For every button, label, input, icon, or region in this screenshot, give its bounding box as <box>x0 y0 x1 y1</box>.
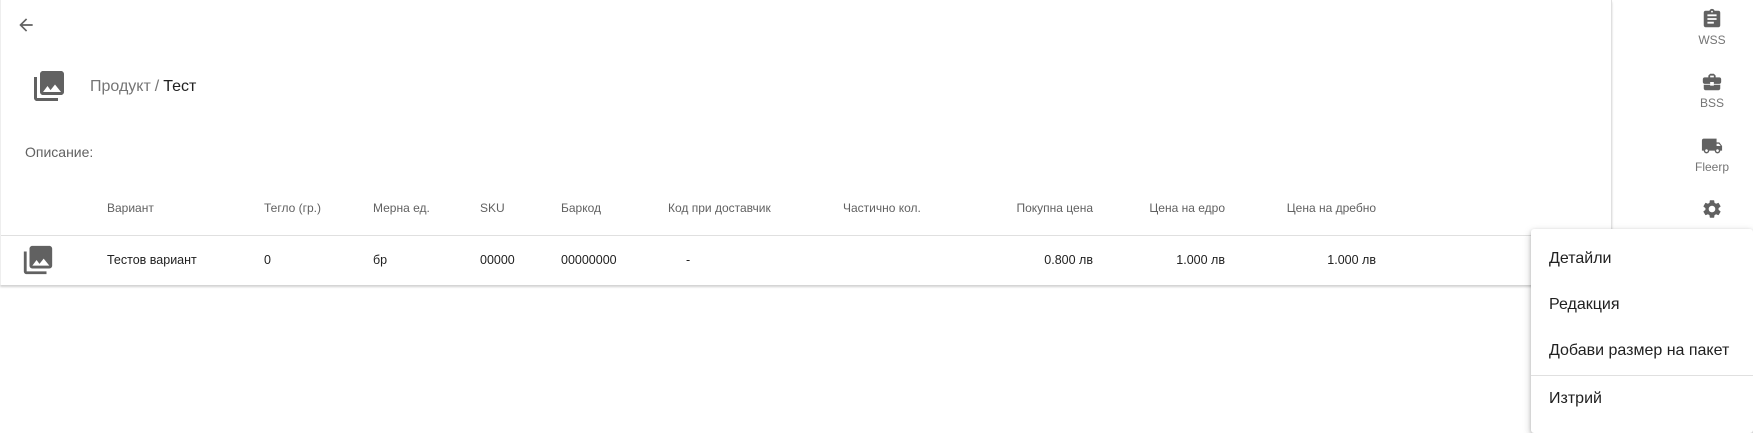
briefcase-icon <box>1702 73 1722 91</box>
breadcrumb-parent-link[interactable]: Продукт <box>90 78 151 95</box>
rail-item-fleerp[interactable]: Fleerp <box>1671 135 1753 174</box>
cell-retail-price: 1.000 лв <box>1327 253 1376 267</box>
cell-supplier-code: - <box>686 253 691 267</box>
column-header-sku: SKU <box>480 201 505 215</box>
menu-item-edit[interactable]: Редакция <box>1531 285 1753 325</box>
cell-unit: бр <box>373 253 388 267</box>
breadcrumb-current: Тест <box>163 78 197 95</box>
column-header-wholesale-price: Цена на едро <box>1149 201 1225 215</box>
cell-wholesale-price: 1.000 лв <box>1176 253 1225 267</box>
column-header-barcode: Баркод <box>561 201 602 215</box>
arrow-back-icon <box>19 18 33 32</box>
cell-purchase-price: 0.800 лв <box>1044 253 1093 267</box>
column-header-purchase-price: Покупна цена <box>1016 201 1093 215</box>
column-header-partial-qty: Частично кол. <box>843 201 921 215</box>
rail-item-settings[interactable] <box>1671 198 1753 223</box>
rail-item-bss[interactable]: BSS <box>1671 71 1753 110</box>
product-card: Продукт / Тест Описание: Вариант Тегло (гр… <box>0 0 1612 285</box>
menu-item-add-package-size[interactable]: Добави размер на пакет <box>1531 331 1753 371</box>
rail-item-label: BSS <box>1699 96 1724 110</box>
rail-item-label: WSS <box>1698 33 1726 47</box>
table-row-divider <box>1 235 1611 236</box>
back-button[interactable] <box>13 12 39 38</box>
cell-variant: Тестов вариант <box>107 253 197 267</box>
column-header-unit: Мерна ед. <box>373 201 430 215</box>
cell-barcode: 00000000 <box>561 253 617 267</box>
menu-divider <box>1531 375 1753 376</box>
menu-item-details[interactable]: Детайли <box>1531 239 1753 279</box>
rail-item-label: Fleerp <box>1694 160 1729 174</box>
description-label: Описание: <box>25 144 94 160</box>
photo-library-icon <box>23 245 53 275</box>
truck-icon <box>1701 138 1723 154</box>
column-header-variant: Вариант <box>107 201 154 215</box>
column-header-retail-price: Цена на дребно <box>1286 201 1376 215</box>
clipboard-icon <box>1703 8 1721 28</box>
column-header-weight: Тегло (гр.) <box>264 201 321 215</box>
context-menu: Детайли Редакция Добави размер на пакет … <box>1531 229 1753 433</box>
gear-icon <box>1703 200 1721 218</box>
cell-sku: 00000 <box>480 253 515 267</box>
column-header-supplier-code: Код при доставчик <box>668 201 771 215</box>
photo-library-icon <box>34 71 64 101</box>
breadcrumb: Продукт / Тест <box>90 78 196 96</box>
cell-weight: 0 <box>264 253 271 267</box>
rail-item-wss[interactable]: WSS <box>1671 8 1753 47</box>
menu-item-delete[interactable]: Изтрий <box>1531 379 1753 419</box>
side-rail: WSS BSS Fleerp <box>1671 0 1753 240</box>
breadcrumb-separator: / <box>154 78 160 95</box>
